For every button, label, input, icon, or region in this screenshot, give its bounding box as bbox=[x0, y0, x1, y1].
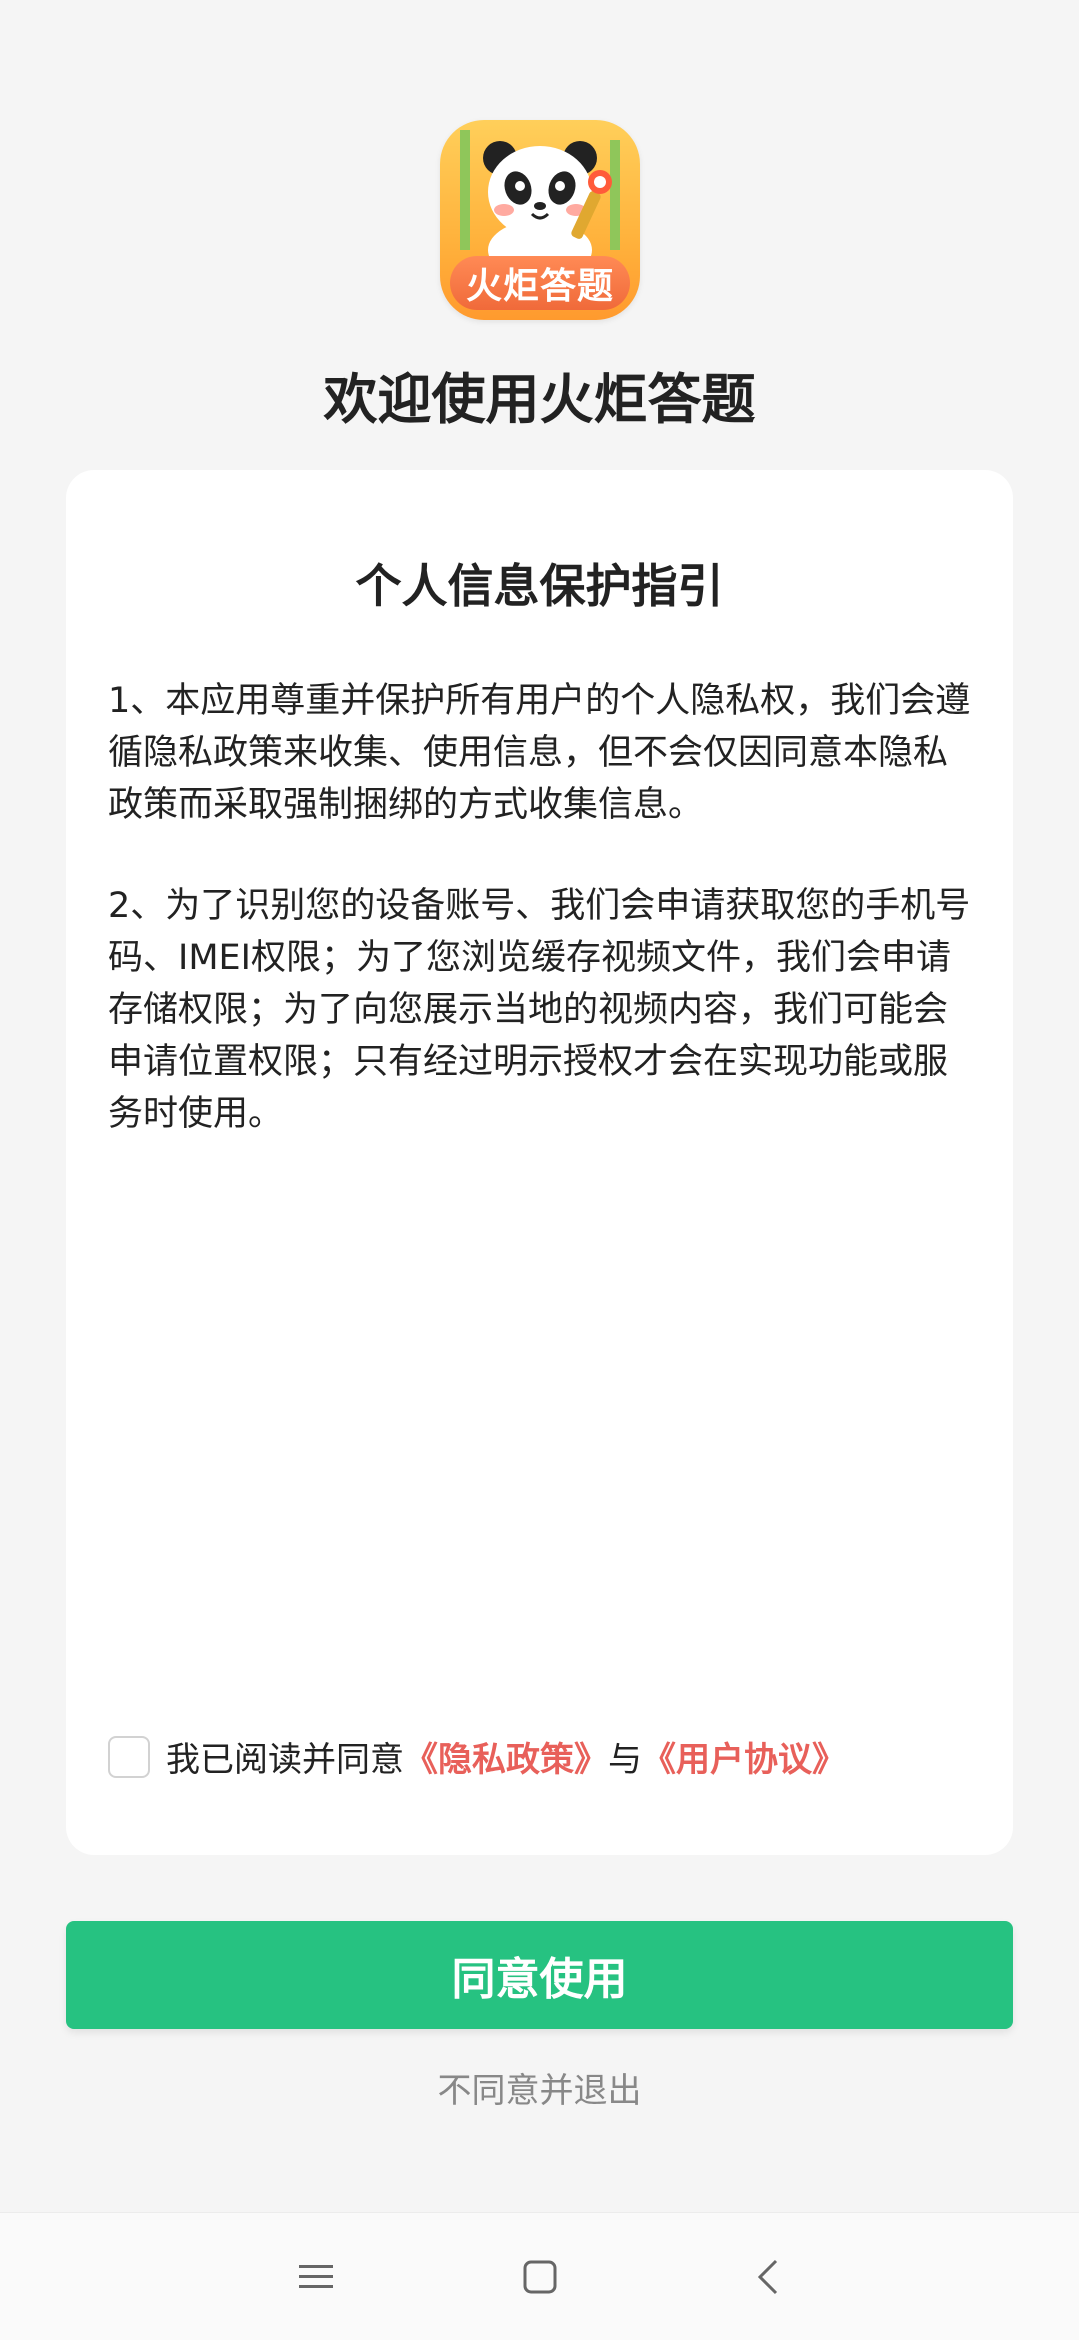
welcome-title: 欢迎使用火炬答题 bbox=[323, 368, 756, 431]
agree-button[interactable]: 同意使用 bbox=[66, 1921, 1013, 2029]
consent-checkbox[interactable] bbox=[108, 1735, 150, 1778]
app-logo-icon: 火炬答题 bbox=[440, 120, 640, 320]
system-nav-bar bbox=[0, 2212, 1079, 2340]
decline-exit-link[interactable]: 不同意并退出 bbox=[0, 2063, 1079, 2112]
privacy-guide-title: 个人信息保护指引 bbox=[355, 559, 724, 613]
user-agreement-link[interactable]: 《用户协议》 bbox=[642, 1732, 846, 1781]
consent-row: 我已阅读并同意 《隐私政策》 与 《用户协议》 bbox=[108, 1732, 846, 1781]
consent-text: 我已阅读并同意 bbox=[166, 1740, 404, 1780]
privacy-card: 个人信息保护指引 1、本应用尊重并保护所有用户的个人隐私权，我们会遵循隐私政策来… bbox=[66, 470, 1013, 1855]
back-icon[interactable] bbox=[738, 2247, 798, 2307]
home-icon[interactable] bbox=[510, 2247, 570, 2307]
app-icon-banner: 火炬答题 bbox=[450, 256, 630, 310]
privacy-paragraph-1: 1、本应用尊重并保护所有用户的个人隐私权，我们会遵循隐私政策来收集、使用信息，但… bbox=[108, 681, 971, 825]
menu-icon[interactable] bbox=[286, 2247, 346, 2307]
consent-connector: 与 bbox=[608, 1740, 642, 1780]
privacy-paragraph-2: 2、为了识别您的设备账号、我们会申请获取您的手机号码、IMEI权限；为了您浏览缓… bbox=[108, 886, 971, 1134]
privacy-policy-link[interactable]: 《隐私政策》 bbox=[404, 1732, 608, 1781]
